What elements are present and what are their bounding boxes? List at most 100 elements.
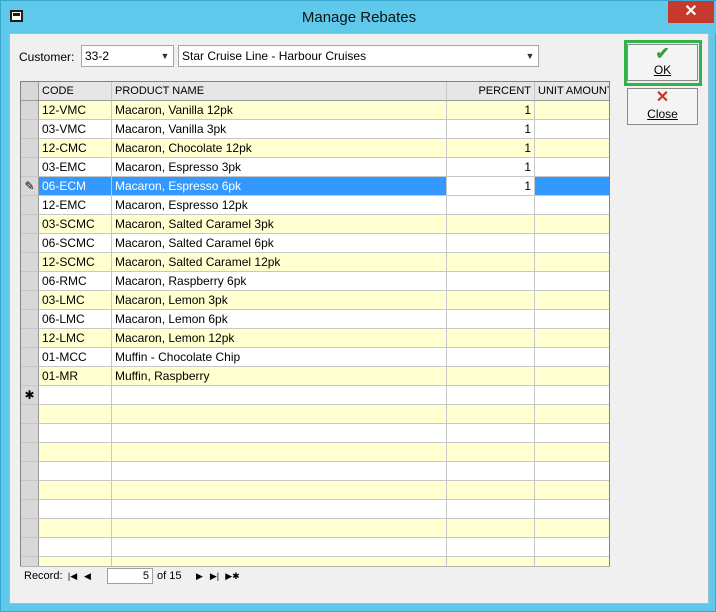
row-selector[interactable] [21,310,39,329]
cell-code[interactable]: 01-MR [39,367,112,386]
cell-code[interactable]: 03-SCMC [39,215,112,234]
previous-record-button[interactable]: ◀ [81,569,94,584]
cell-unit-amount[interactable] [535,272,609,291]
row-selector[interactable] [21,348,39,367]
ok-button[interactable]: ✔ OK [627,44,698,81]
row-selector[interactable] [21,158,39,177]
table-row[interactable]: 03-EMC Macaron, Espresso 3pk 1 [21,158,609,177]
select-all-corner[interactable] [21,82,39,101]
cell-unit-amount[interactable] [535,291,609,310]
cell-unit-amount[interactable] [535,348,609,367]
cell-product-name[interactable]: Macaron, Salted Caramel 12pk [112,253,447,272]
cell-percent[interactable] [447,272,535,291]
cell-unit-amount[interactable] [535,367,609,386]
row-selector[interactable] [21,272,39,291]
cell-product-name[interactable]: Macaron, Lemon 6pk [112,310,447,329]
cell-unit-amount[interactable] [535,386,609,405]
cell-product-name[interactable]: Muffin - Chocolate Chip [112,348,447,367]
table-row[interactable]: 03-LMC Macaron, Lemon 3pk [21,291,609,310]
cell-percent[interactable] [447,215,535,234]
last-record-button[interactable]: ▶| [208,569,221,584]
cell-code[interactable]: 06-ECM [39,177,112,196]
cell-product-name[interactable]: Macaron, Chocolate 12pk [112,139,447,158]
next-record-button[interactable]: ▶ [193,569,206,584]
column-header-percent[interactable]: PERCENT [447,82,535,101]
cell-code[interactable]: 12-SCMC [39,253,112,272]
table-row[interactable]: 12-SCMC Macaron, Salted Caramel 12pk [21,253,609,272]
cell-code[interactable]: 03-VMC [39,120,112,139]
table-row[interactable]: 06-SCMC Macaron, Salted Caramel 6pk [21,234,609,253]
cell-product-name[interactable]: Macaron, Vanilla 3pk [112,120,447,139]
new-record-row[interactable]: ✱ [21,386,609,405]
cell-code[interactable]: 12-EMC [39,196,112,215]
table-row[interactable]: 01-MR Muffin, Raspberry [21,367,609,386]
cell-percent[interactable] [447,386,535,405]
cell-unit-amount[interactable] [535,196,609,215]
cell-code[interactable]: 06-RMC [39,272,112,291]
cell-percent[interactable] [447,196,535,215]
cell-percent[interactable] [447,291,535,310]
cell-unit-amount[interactable] [535,101,609,120]
row-selector[interactable]: ✱ [21,386,39,405]
cell-unit-amount[interactable] [535,158,609,177]
table-row[interactable]: 03-VMC Macaron, Vanilla 3pk 1 [21,120,609,139]
row-selector[interactable] [21,367,39,386]
cell-unit-amount[interactable] [535,329,609,348]
cell-code[interactable]: 06-SCMC [39,234,112,253]
row-selector[interactable] [21,101,39,120]
table-row[interactable]: ✎ 06-ECM Macaron, Espresso 6pk 1 [21,177,609,196]
cell-percent[interactable]: 1 [447,139,535,158]
cell-percent[interactable]: 1 [447,177,535,196]
cell-unit-amount[interactable] [535,177,609,196]
cell-percent[interactable] [447,234,535,253]
cell-product-name[interactable]: Macaron, Espresso 12pk [112,196,447,215]
close-button[interactable]: ✕ Close [627,88,698,125]
cell-percent[interactable]: 1 [447,120,535,139]
cell-code[interactable]: 03-EMC [39,158,112,177]
cell-percent[interactable] [447,253,535,272]
row-selector[interactable] [21,139,39,158]
row-selector[interactable]: ✎ [21,177,39,196]
cell-product-name[interactable]: Macaron, Salted Caramel 3pk [112,215,447,234]
cell-product-name[interactable]: Macaron, Lemon 3pk [112,291,447,310]
row-selector[interactable] [21,215,39,234]
current-record-input[interactable]: 5 [107,568,153,584]
cell-percent[interactable] [447,329,535,348]
row-selector[interactable] [21,253,39,272]
table-row[interactable]: 12-VMC Macaron, Vanilla 12pk 1 [21,101,609,120]
cell-code[interactable] [39,386,112,405]
cell-unit-amount[interactable] [535,310,609,329]
table-row[interactable]: 12-LMC Macaron, Lemon 12pk [21,329,609,348]
table-row[interactable]: 12-CMC Macaron, Chocolate 12pk 1 [21,139,609,158]
row-selector[interactable] [21,196,39,215]
cell-unit-amount[interactable] [535,139,609,158]
row-selector[interactable] [21,291,39,310]
table-row[interactable]: 06-LMC Macaron, Lemon 6pk [21,310,609,329]
cell-product-name[interactable]: Macaron, Vanilla 12pk [112,101,447,120]
customer-code-select[interactable]: 33-2 ▼ [81,45,174,67]
cell-unit-amount[interactable] [535,215,609,234]
table-row[interactable]: 01-MCC Muffin - Chocolate Chip [21,348,609,367]
cell-percent[interactable] [447,310,535,329]
table-row[interactable]: 12-EMC Macaron, Espresso 12pk [21,196,609,215]
cell-code[interactable]: 12-VMC [39,101,112,120]
title-bar[interactable]: Manage Rebates ✕ [1,1,716,33]
first-record-button[interactable]: |◀ [66,569,79,584]
cell-percent[interactable]: 1 [447,158,535,177]
cell-product-name[interactable]: Macaron, Lemon 12pk [112,329,447,348]
row-selector[interactable] [21,234,39,253]
cell-product-name[interactable] [112,386,447,405]
column-header-code[interactable]: CODE [39,82,112,101]
cell-unit-amount[interactable] [535,253,609,272]
cell-percent[interactable] [447,367,535,386]
cell-product-name[interactable]: Macaron, Espresso 6pk [112,177,447,196]
customer-name-select[interactable]: Star Cruise Line - Harbour Cruises ▼ [178,45,539,67]
row-selector[interactable] [21,120,39,139]
cell-code[interactable]: 12-CMC [39,139,112,158]
cell-code[interactable]: 03-LMC [39,291,112,310]
cell-unit-amount[interactable] [535,120,609,139]
new-record-button[interactable]: ▶✱ [224,569,241,584]
cell-code[interactable]: 01-MCC [39,348,112,367]
chevron-down-icon[interactable]: ▼ [157,46,173,66]
window-close-button[interactable]: ✕ [668,1,714,23]
